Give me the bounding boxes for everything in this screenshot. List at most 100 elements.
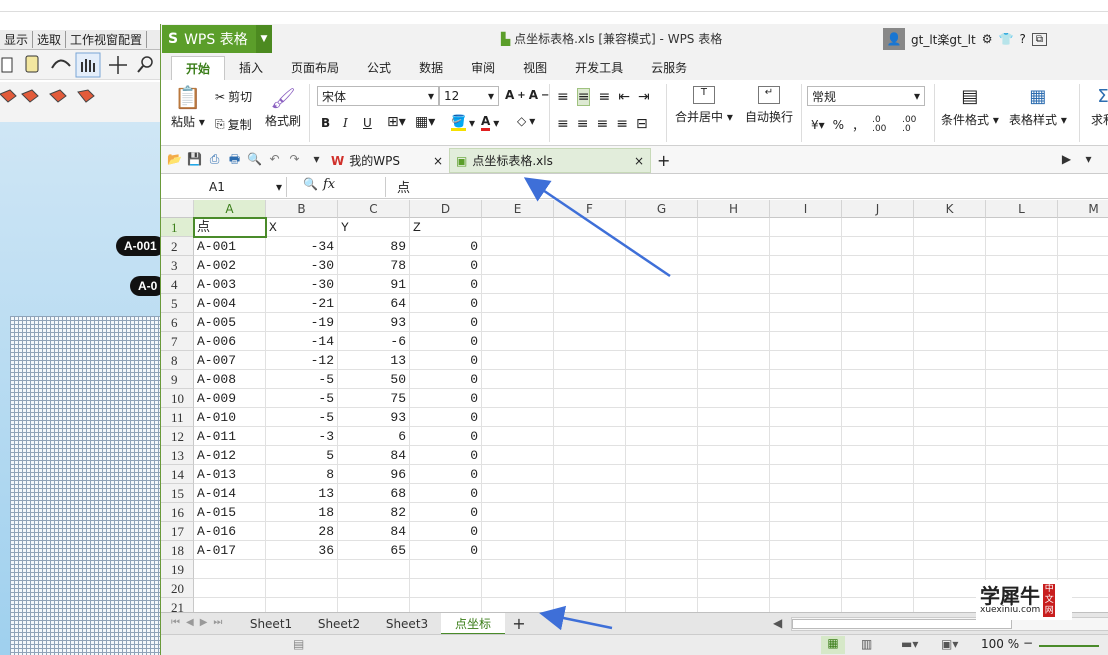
table-cell[interactable] (266, 579, 338, 598)
table-cell[interactable]: 0 (410, 275, 482, 294)
table-cell[interactable]: 6 (338, 427, 410, 446)
table-cell[interactable] (914, 465, 986, 484)
column-header[interactable]: C (338, 200, 410, 218)
table-cell[interactable] (698, 389, 770, 408)
table-cell[interactable] (770, 579, 842, 598)
table-cell[interactable] (770, 275, 842, 294)
table-cell[interactable] (482, 503, 554, 522)
table-cell[interactable]: A-016 (194, 522, 266, 541)
table-cell[interactable]: 8 (266, 465, 338, 484)
table-cell[interactable] (986, 351, 1058, 370)
column-header[interactable]: J (842, 200, 914, 218)
column-header[interactable]: M (1058, 200, 1108, 218)
table-cell[interactable]: 13 (338, 351, 410, 370)
name-box[interactable]: A1 ▾ (161, 177, 287, 197)
table-cell[interactable] (410, 560, 482, 579)
column-header[interactable]: I (770, 200, 842, 218)
open-icon[interactable]: 📂 (167, 152, 182, 167)
table-cell[interactable]: -5 (266, 389, 338, 408)
table-cell[interactable] (698, 332, 770, 351)
table-cell[interactable] (554, 237, 626, 256)
add-sheet-button[interactable]: + (507, 613, 531, 635)
grow-font-button[interactable]: A + A − (505, 88, 549, 102)
page-break-view-icon[interactable]: ▬▾ (901, 637, 918, 651)
table-cell[interactable] (698, 579, 770, 598)
table-cell[interactable]: 89 (338, 237, 410, 256)
align-top-icon[interactable]: ≡ (557, 89, 569, 105)
page-layout-view-icon[interactable]: ▥ (861, 637, 872, 651)
undo-icon[interactable]: ↶ (267, 152, 282, 167)
tab-developer[interactable]: 开发工具 (561, 56, 637, 80)
sheet-nav-arrows[interactable]: ⏮◀▶⏭ (171, 617, 228, 628)
align-right-icon[interactable]: ≡ (596, 116, 608, 132)
table-cell[interactable] (626, 484, 698, 503)
doc-tab-active-sheet[interactable]: ▣ 点坐标表格.xls × (449, 148, 651, 173)
comma-button[interactable]: ， (852, 117, 864, 134)
row-header[interactable]: 16 (161, 503, 194, 522)
table-cell[interactable] (770, 294, 842, 313)
row-header[interactable]: 1 (161, 218, 194, 237)
table-cell[interactable] (626, 294, 698, 313)
table-cell[interactable] (626, 370, 698, 389)
table-cell[interactable] (1058, 294, 1108, 313)
table-cell[interactable] (482, 313, 554, 332)
paste-button[interactable]: 📋 粘贴 ▾ (171, 86, 205, 130)
table-cell[interactable] (914, 370, 986, 389)
select-all-corner[interactable] (161, 200, 194, 218)
tab-formulas[interactable]: 公式 (353, 56, 405, 80)
table-cell[interactable] (1058, 237, 1108, 256)
horizontal-align-group[interactable]: ≡ ≡ ≡ ≡ ⊟ (557, 116, 648, 132)
table-cell[interactable]: 0 (410, 351, 482, 370)
fx-button[interactable]: fx (323, 177, 335, 197)
table-cell[interactable] (482, 294, 554, 313)
table-cell[interactable] (626, 522, 698, 541)
table-cell[interactable] (554, 503, 626, 522)
header-cell[interactable] (554, 218, 626, 237)
table-cell[interactable]: 0 (410, 427, 482, 446)
table-cell[interactable] (914, 237, 986, 256)
table-cell[interactable] (554, 370, 626, 389)
table-cell[interactable]: A-008 (194, 370, 266, 389)
table-cell[interactable]: 0 (410, 408, 482, 427)
table-cell[interactable] (914, 389, 986, 408)
table-cell[interactable] (770, 427, 842, 446)
header-cell[interactable] (1058, 218, 1108, 237)
align-center-icon[interactable]: ≡ (577, 116, 589, 132)
header-cell[interactable] (986, 218, 1058, 237)
menu-viewport-config[interactable]: 工作视窗配置 (66, 31, 148, 48)
table-cell[interactable] (626, 389, 698, 408)
column-header[interactable]: H (698, 200, 770, 218)
table-cell[interactable] (986, 389, 1058, 408)
table-cell[interactable]: 0 (410, 370, 482, 389)
table-cell[interactable] (482, 522, 554, 541)
table-cell[interactable] (842, 579, 914, 598)
table-cell[interactable] (1058, 351, 1108, 370)
table-cell[interactable]: 0 (410, 465, 482, 484)
table-cell[interactable] (626, 313, 698, 332)
table-cell[interactable] (914, 332, 986, 351)
table-cell[interactable] (626, 256, 698, 275)
table-cell[interactable] (914, 541, 986, 560)
table-cell[interactable]: -5 (266, 370, 338, 389)
menu-display[interactable]: 显示 (0, 31, 34, 48)
table-cell[interactable] (698, 313, 770, 332)
table-cell[interactable] (770, 522, 842, 541)
table-cell[interactable]: A-012 (194, 446, 266, 465)
column-header[interactable]: F (554, 200, 626, 218)
table-cell[interactable] (770, 408, 842, 427)
table-cell[interactable] (554, 484, 626, 503)
table-cell[interactable]: -30 (266, 275, 338, 294)
customize-icon[interactable]: ▾ (309, 152, 324, 167)
align-bottom-icon[interactable]: ≡ (598, 89, 610, 105)
table-cell[interactable] (266, 560, 338, 579)
table-cell[interactable]: 5 (266, 446, 338, 465)
zoom-out-button[interactable]: − (1023, 636, 1033, 650)
zoom-find-icon[interactable]: 🔍 (303, 177, 318, 191)
table-cell[interactable]: 0 (410, 313, 482, 332)
table-cell[interactable] (698, 370, 770, 389)
table-cell[interactable]: A-002 (194, 256, 266, 275)
table-cell[interactable]: 0 (410, 237, 482, 256)
row-header[interactable]: 7 (161, 332, 194, 351)
help-button[interactable]: ? (1019, 32, 1025, 46)
percent-button[interactable]: % (833, 118, 844, 132)
